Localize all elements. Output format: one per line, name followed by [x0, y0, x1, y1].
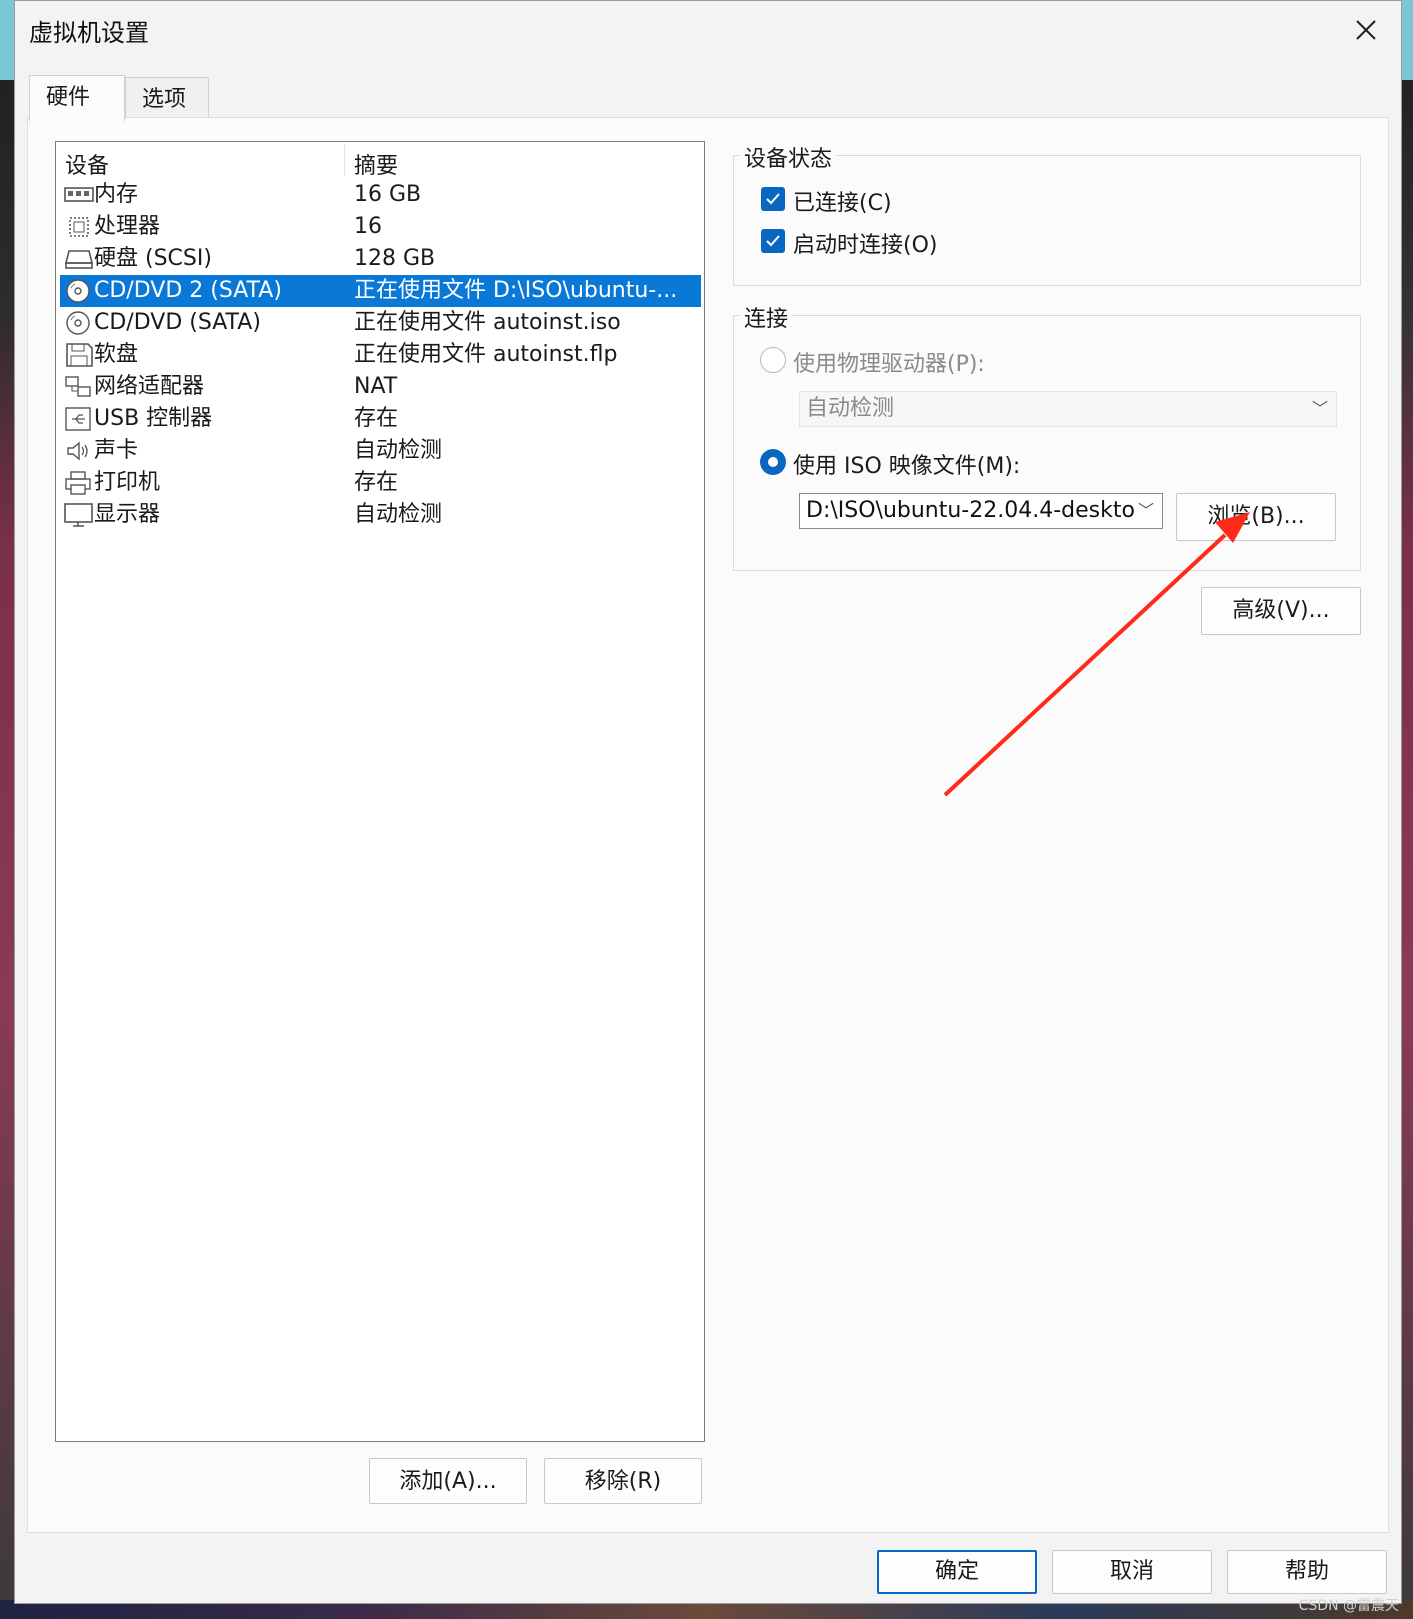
physical-drive-radio[interactable] — [760, 347, 786, 373]
processor-icon — [69, 217, 89, 237]
checkmark-icon — [766, 235, 780, 247]
device-row-processor[interactable]: 处理器 16 — [60, 211, 701, 243]
iso-path-value: D:\ISO\ubuntu-22.04.4-deskto — [806, 498, 1135, 523]
device-summary: 正在使用文件 D:\ISO\ubuntu-... — [354, 278, 678, 303]
device-name: 内存 — [94, 182, 139, 207]
device-row-cd-dvd-2[interactable]: CD/DVD 2 (SATA) 正在使用文件 D:\ISO\ubuntu-... — [60, 275, 701, 307]
browse-button[interactable]: 浏览(B)... — [1176, 493, 1336, 541]
watermark: CSDN @雷震天 — [1298, 1598, 1399, 1614]
device-summary: 存在 — [354, 406, 399, 431]
column-header-summary[interactable]: 摘要 — [354, 148, 398, 180]
device-summary: 128 GB — [354, 246, 436, 271]
device-name: CD/DVD 2 (SATA) — [94, 278, 282, 303]
device-name: CD/DVD (SATA) — [94, 310, 261, 335]
column-header-device[interactable]: 设备 — [65, 148, 109, 180]
device-status-title: 设备状态 — [740, 141, 837, 173]
remove-device-button[interactable]: 移除(R) — [544, 1458, 702, 1504]
connected-label[interactable]: 已连接(C) — [793, 185, 892, 217]
device-row-floppy[interactable]: 软盘 正在使用文件 autoinst.flp — [60, 339, 701, 371]
title-bar: 虚拟机设置 — [15, 1, 1401, 59]
advanced-button[interactable]: 高级(V)... — [1201, 587, 1361, 635]
physical-drive-value: 自动检测 — [806, 396, 895, 421]
connected-checkbox[interactable] — [761, 187, 785, 211]
printer-icon — [65, 471, 91, 495]
connect-at-power-on-checkbox[interactable] — [761, 229, 785, 253]
usb-icon — [65, 407, 91, 431]
cd-dvd-icon — [66, 311, 90, 335]
device-name: 处理器 — [94, 214, 161, 239]
device-list-header: 设备 摘要 — [56, 142, 704, 180]
device-name: 显示器 — [94, 502, 161, 527]
device-summary: 正在使用文件 autoinst.flp — [354, 342, 618, 367]
cancel-button[interactable]: 取消 — [1052, 1550, 1212, 1594]
ok-button[interactable]: 确定 — [877, 1550, 1037, 1594]
device-summary: 自动检测 — [354, 438, 443, 463]
column-divider[interactable] — [344, 144, 345, 176]
window-title: 虚拟机设置 — [29, 19, 149, 47]
physical-drive-label[interactable]: 使用物理驱动器(P): — [793, 346, 985, 378]
connect-at-power-on-label[interactable]: 启动时连接(O) — [793, 227, 937, 259]
device-summary: 存在 — [354, 470, 399, 495]
device-row-sound-card[interactable]: 声卡 自动检测 — [60, 435, 701, 467]
tab-options[interactable]: 选项 — [125, 77, 209, 119]
device-row-printer[interactable]: 打印机 存在 — [60, 467, 701, 499]
memory-icon — [64, 187, 94, 202]
tab-hardware[interactable]: 硬件 — [29, 75, 125, 121]
device-list[interactable]: 设备 摘要 内存 16 GB 处理器 16 硬盘 (SCSI) 128 GB C… — [55, 141, 705, 1442]
device-summary: 16 — [354, 214, 382, 239]
device-name: 硬盘 (SCSI) — [94, 246, 212, 271]
close-icon — [1356, 20, 1376, 40]
device-summary: NAT — [354, 374, 398, 399]
device-summary: 正在使用文件 autoinst.iso — [354, 310, 621, 335]
device-name: USB 控制器 — [94, 406, 213, 431]
device-name: 软盘 — [94, 342, 139, 367]
vm-settings-dialog: 虚拟机设置 硬件 选项 设备 摘要 内存 16 GB 处理器 16 硬盘 (SC… — [14, 0, 1402, 1604]
device-row-cd-dvd[interactable]: CD/DVD (SATA) 正在使用文件 autoinst.iso — [60, 307, 701, 339]
device-row-network-adapter[interactable]: 网络适配器 NAT — [60, 371, 701, 403]
hard-disk-icon — [64, 250, 94, 269]
display-icon — [64, 503, 93, 527]
device-name: 网络适配器 — [94, 374, 205, 399]
connection-title: 连接 — [740, 301, 793, 333]
checkmark-icon — [766, 193, 780, 205]
chevron-down-icon: ﹀ — [1311, 399, 1328, 418]
device-row-memory[interactable]: 内存 16 GB — [60, 179, 701, 211]
close-button[interactable] — [1345, 11, 1387, 49]
sound-card-icon — [67, 441, 88, 461]
device-name: 声卡 — [94, 438, 139, 463]
device-status-group — [733, 155, 1361, 286]
device-row-display[interactable]: 显示器 自动检测 — [60, 499, 701, 531]
iso-image-radio[interactable] — [760, 449, 786, 475]
chevron-down-icon: ﹀ — [1137, 501, 1154, 520]
iso-image-label[interactable]: 使用 ISO 映像文件(M): — [793, 448, 1020, 480]
iso-path-combobox[interactable]: D:\ISO\ubuntu-22.04.4-deskto ﹀ — [799, 493, 1163, 529]
physical-drive-select[interactable]: 自动检测 ﹀ — [799, 391, 1337, 427]
add-device-button[interactable]: 添加(A)... — [369, 1458, 527, 1504]
floppy-icon — [66, 343, 93, 367]
device-row-hard-disk[interactable]: 硬盘 (SCSI) 128 GB — [60, 243, 701, 275]
device-summary: 16 GB — [354, 182, 422, 207]
cd-dvd-icon — [66, 279, 90, 303]
help-button[interactable]: 帮助 — [1227, 1550, 1387, 1594]
device-row-usb-controller[interactable]: USB 控制器 存在 — [60, 403, 701, 435]
network-adapter-icon — [65, 376, 91, 397]
device-summary: 自动检测 — [354, 502, 443, 527]
device-name: 打印机 — [94, 470, 161, 495]
